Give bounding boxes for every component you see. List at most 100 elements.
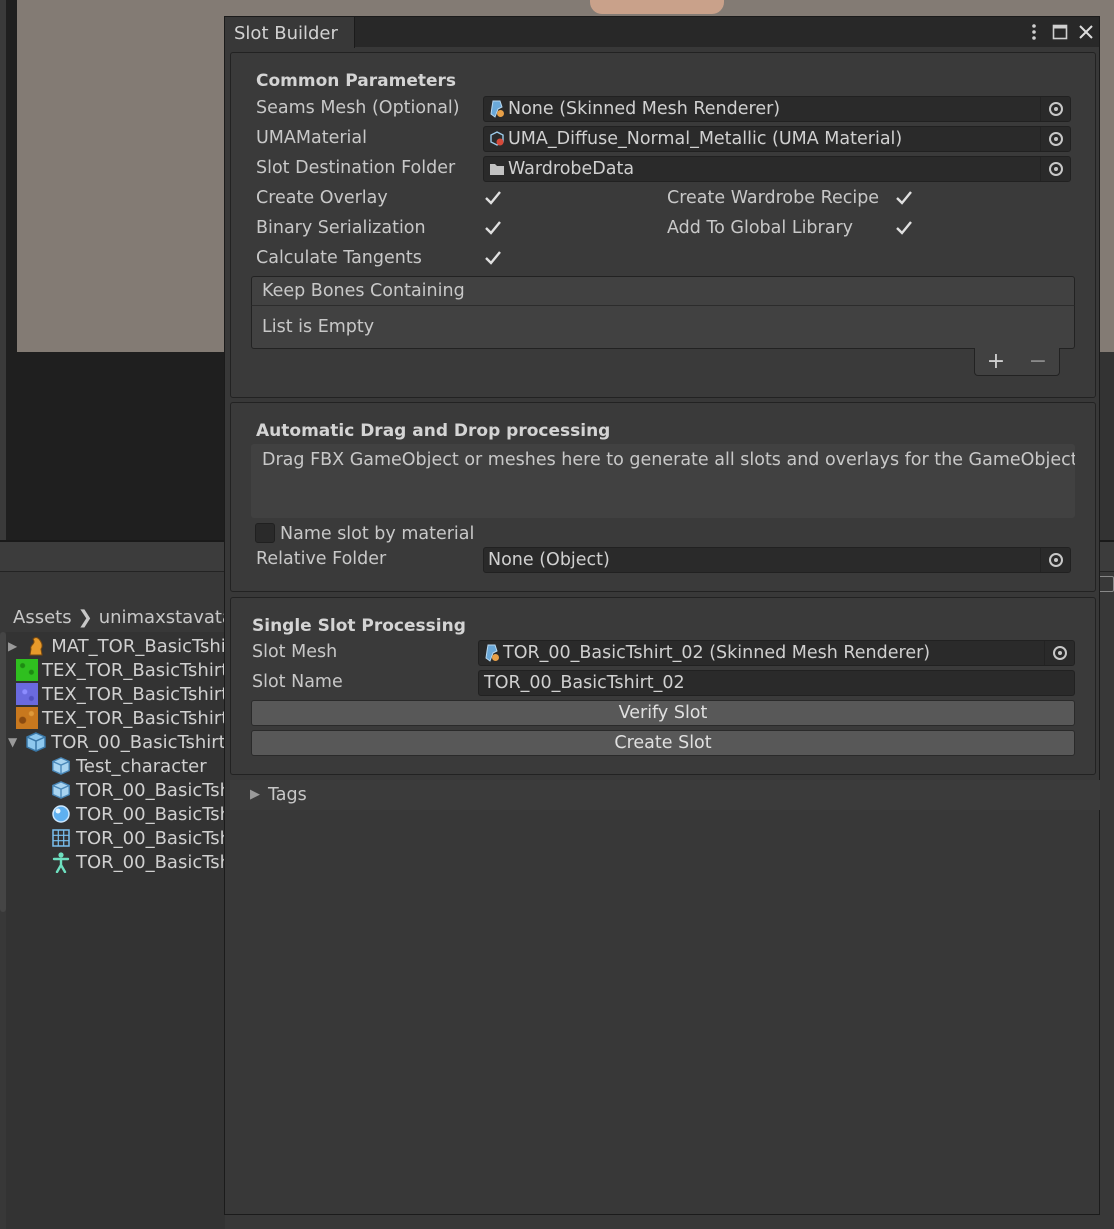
slot-name-input[interactable]: TOR_00_BasicTshirt_02 [478,670,1075,696]
breadcrumb-assets[interactable]: Assets [13,607,72,628]
list-item[interactable]: TOR_00_BasicTshirt [50,778,225,802]
list-item[interactable]: Test_character [50,754,225,778]
tags-label: Tags [268,785,307,805]
mesh-grid-icon [50,827,72,849]
list-item-label: TEX_TOR_BasicTshirt [42,659,225,681]
list-item-label: TOR_00_BasicTshirt [76,803,225,825]
list-item[interactable]: TOR_00_BasicTshirt [50,802,225,826]
name-slot-by-material-checkbox[interactable] [255,523,275,543]
texture-icon [16,659,38,681]
foldout-arrow-icon[interactable]: ▶ [250,787,260,802]
create-wardrobe-recipe-label: Create Wardrobe Recipe [667,188,880,208]
maximize-icon[interactable] [1050,20,1070,44]
binary-serialization-checkbox[interactable] [483,218,503,238]
foldout-arrow-icon[interactable]: ▼ [8,735,17,749]
mesh-cube-icon [50,755,72,777]
seams-mesh-value: None (Skinned Mesh Renderer) [508,99,781,119]
create-overlay-label: Create Overlay [256,188,388,208]
list-item-label: Test_character [76,755,207,777]
create-overlay-checkbox[interactable] [483,188,503,208]
skinned-mesh-icon [488,100,506,118]
checkmark-icon [485,251,501,265]
slot-name-label: Slot Name [252,672,343,692]
binary-serialization-label: Binary Serialization [256,218,426,238]
list-item-label: TOR_00_BasicTshirt [51,731,225,753]
section-heading: Automatic Drag and Drop processing [256,421,611,441]
more-vert-icon[interactable] [1024,20,1044,44]
uma-material-value: UMA_Diffuse_Normal_Metallic (UMA Materia… [508,129,903,149]
window-tab[interactable]: Slot Builder [225,17,355,48]
folder-icon [488,160,506,178]
list-item-label: TOR_00_BasicTshirt [76,779,225,801]
avatar-humanoid-icon [50,851,72,873]
remove-item-button[interactable]: − [1029,350,1047,373]
checkmark-icon [896,221,912,235]
list-item[interactable]: TOR_00_BasicTshirt [50,826,225,850]
object-picker-icon[interactable] [1040,157,1070,181]
skinned-mesh-icon [483,644,501,662]
foldout-arrow-icon[interactable]: ▶ [8,639,17,653]
checkmark-icon [485,191,501,205]
tags-foldout[interactable] [230,780,1100,810]
slot-mesh-value: TOR_00_BasicTshirt_02 (Skinned Mesh Rend… [503,643,931,663]
slot-mesh-field[interactable]: TOR_00_BasicTshirt_02 (Skinned Mesh Rend… [478,640,1075,666]
object-picker-icon[interactable] [1040,548,1070,572]
object-picker-icon[interactable] [1044,641,1074,665]
list-item[interactable]: TOR_00_BasicTshirt [50,850,225,874]
list-item[interactable]: TEX_TOR_BasicTshirt [8,706,225,730]
texture-icon [16,683,38,705]
relative-folder-value: None (Object) [488,550,610,570]
object-picker-icon[interactable] [1040,97,1070,121]
keep-bones-list-empty: List is Empty [251,305,1075,349]
list-item[interactable]: TEX_TOR_BasicTshirt [8,658,225,682]
window-titlebar [225,17,1099,47]
create-slot-button[interactable]: Create Slot [251,730,1075,756]
list-item[interactable]: TEX_TOR_BasicTshirt [8,682,225,706]
add-to-global-library-label: Add To Global Library [667,218,854,238]
seams-mesh-field[interactable]: None (Skinned Mesh Renderer) [483,96,1071,122]
relative-folder-field[interactable]: None (Object) [483,547,1071,573]
slot-destination-label: Slot Destination Folder [256,158,456,178]
breadcrumb-separator-icon: ❯ [77,606,93,628]
uma-material-field[interactable]: UMA_Diffuse_Normal_Metallic (UMA Materia… [483,126,1071,152]
list-item-label: MAT_TOR_BasicTshirt [51,635,225,657]
list-item-label: TOR_00_BasicTshirt [76,827,225,849]
slot-destination-value: WardrobeData [508,159,635,179]
close-icon[interactable] [1076,20,1096,44]
seams-mesh-label: Seams Mesh (Optional) [256,98,460,118]
breadcrumb-folder[interactable]: unimaxstavatar [99,607,225,628]
list-item[interactable]: ▼ TOR_00_BasicTshirt [8,730,225,754]
slot-mesh-label: Slot Mesh [252,642,338,662]
keep-bones-list-header: Keep Bones Containing [251,276,1075,306]
add-item-button[interactable]: + [987,350,1005,373]
section-heading: Common Parameters [256,71,457,91]
list-item-label: TEX_TOR_BasicTshirt [42,707,225,729]
sphere-material-icon [50,803,72,825]
project-options-icon[interactable] [1098,576,1114,592]
object-picker-icon[interactable] [1040,127,1070,151]
list-item-label: TEX_TOR_BasicTshirt [42,683,225,705]
window-controls [1024,19,1100,45]
breadcrumb: Assets ❯ unimaxstavatar [0,604,225,630]
scene-left-border [0,0,6,540]
section-heading: Single Slot Processing [252,616,466,636]
calculate-tangents-checkbox[interactable] [483,248,503,268]
window-empty-area [225,811,1099,1214]
list-item[interactable]: ▶ MAT_TOR_BasicTshirt [8,634,225,658]
mesh-cube-icon [50,779,72,801]
character-model-preview [590,0,724,14]
list-item-label: TOR_00_BasicTshirt [76,851,225,873]
uma-material-icon [488,130,506,148]
drag-drop-area[interactable]: Drag FBX GameObject or meshes here to ge… [251,444,1075,518]
calculate-tangents-label: Calculate Tangents [256,248,422,268]
relative-folder-label: Relative Folder [256,549,387,569]
create-wardrobe-recipe-checkbox[interactable] [894,188,914,208]
add-to-global-library-checkbox[interactable] [894,218,914,238]
verify-slot-button[interactable]: Verify Slot [251,700,1075,726]
uma-material-label: UMAMaterial [256,128,367,148]
project-scrollbar[interactable] [0,632,6,912]
model-prefab-icon [25,731,47,753]
slot-destination-field[interactable]: WardrobeData [483,156,1071,182]
checkmark-icon [485,221,501,235]
texture-icon [16,707,38,729]
